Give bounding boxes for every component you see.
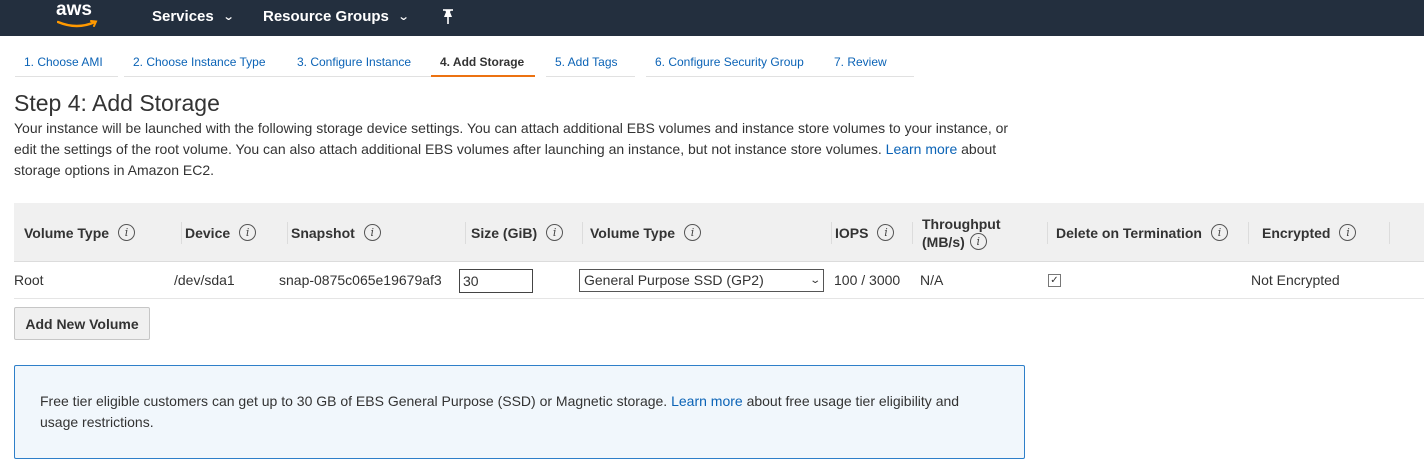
chevron-down-icon: ⌄ [397, 11, 410, 23]
header-snapshot: Snapshot i [291, 203, 466, 262]
volume-type-selected: General Purpose SSD (GP2) [584, 272, 764, 288]
info-icon[interactable]: i [1210, 224, 1228, 241]
page-title: Step 4: Add Storage [14, 90, 220, 116]
header-device: Device i [185, 203, 288, 262]
services-label: Services [152, 8, 214, 25]
cell-device: /dev/sda1 [174, 272, 235, 288]
cell-snapshot: snap-0875c065e19679af3 [279, 272, 442, 288]
services-menu[interactable]: Services ⌄ [152, 0, 235, 36]
chevron-down-icon: ⌄ [222, 11, 235, 23]
cell-volume-type: Root [14, 272, 44, 288]
cell-iops: 100 / 3000 [834, 272, 901, 288]
header-iops-label: IOPS [835, 224, 869, 241]
resource-groups-menu[interactable]: Resource Groups ⌄ [263, 0, 410, 36]
header-size: Size (GiB) i [471, 203, 583, 262]
info-icon[interactable]: i [239, 224, 257, 241]
add-new-volume-button[interactable]: Add New Volume [14, 307, 150, 340]
volume-type-select[interactable]: General Purpose SSD (GP2) ⌄ [579, 269, 824, 292]
tab-choose-ami[interactable]: 1. Choose AMI [15, 50, 118, 77]
header-throughput-label: Throughput [922, 215, 1001, 232]
tab-choose-instance-type[interactable]: 2. Choose Instance Type [124, 50, 291, 77]
delete-on-termination-checkbox[interactable]: ✓ [1048, 274, 1061, 287]
header-delete-on-termination: Delete on Termination i [1056, 203, 1249, 262]
size-input[interactable] [459, 269, 533, 293]
aws-logo[interactable]: aws [56, 0, 100, 32]
cell-throughput: N/A [920, 272, 944, 288]
header-volume-type-label: Volume Type [24, 224, 110, 241]
header-throughput: Throughput (MB/s) i [922, 203, 1048, 262]
header-delete-on-termination-label: Delete on Termination [1056, 224, 1202, 241]
header-volume-type2-label: Volume Type [590, 224, 676, 241]
header-iops: IOPS i [835, 203, 915, 262]
info-icon[interactable]: i [1339, 224, 1357, 241]
intro-text: Your instance will be launched with the … [14, 118, 1024, 181]
aws-logo-text: aws [56, 0, 92, 20]
info-icon[interactable]: i [363, 224, 381, 241]
cell-encrypted: Not Encrypted [1251, 272, 1340, 288]
free-tier-info-box: Free tier eligible customers can get up … [14, 365, 1025, 459]
info-icon[interactable]: i [969, 233, 987, 250]
tab-configure-instance[interactable]: 3. Configure Instance [288, 50, 435, 77]
header-snapshot-label: Snapshot [291, 224, 355, 241]
header-device-label: Device [185, 224, 231, 241]
free-tier-text: Free tier eligible customers can get up … [40, 391, 990, 433]
header-size-label: Size (GiB) [471, 224, 538, 241]
info-icon[interactable]: i [546, 224, 564, 241]
header-encrypted: Encrypted i [1262, 203, 1390, 262]
learn-more-storage-link[interactable]: Learn more [886, 141, 958, 157]
header-throughput-unit: (MB/s) [922, 233, 965, 250]
free-tier-body: Free tier eligible customers can get up … [40, 393, 668, 409]
header-volume-type-select: Volume Type i [590, 203, 832, 262]
tab-add-storage[interactable]: 4. Add Storage [431, 50, 535, 77]
table-row: Root /dev/sda1 snap-0875c065e19679af3 Ge… [14, 263, 1424, 299]
header-volume-type: Volume Type i [24, 203, 182, 262]
top-navigation-bar: aws Services ⌄ Resource Groups ⌄ [0, 0, 1424, 36]
info-icon[interactable]: i [877, 224, 895, 241]
tab-review[interactable]: 7. Review [825, 50, 914, 77]
learn-more-free-tier-link[interactable]: Learn more [671, 393, 743, 409]
resource-groups-label: Resource Groups [263, 8, 389, 25]
info-icon[interactable]: i [118, 224, 136, 241]
chevron-down-icon: ⌄ [808, 275, 821, 286]
tab-configure-security-group[interactable]: 6. Configure Security Group [646, 50, 830, 77]
aws-smile-icon [57, 20, 98, 28]
intro-body: Your instance will be launched with the … [14, 120, 1009, 157]
header-encrypted-label: Encrypted [1262, 224, 1331, 241]
tab-add-tags[interactable]: 5. Add Tags [546, 50, 635, 77]
storage-table-header: Volume Type i Device i Snapshot i Size (GiB… [14, 203, 1424, 262]
pin-icon[interactable] [441, 9, 455, 25]
info-icon[interactable]: i [684, 224, 702, 241]
